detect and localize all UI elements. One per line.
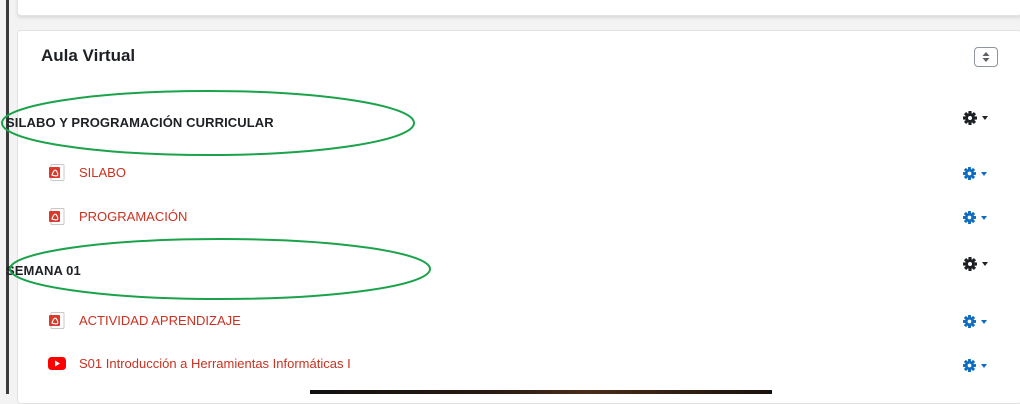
caret-down-icon: [982, 116, 988, 120]
pdf-icon: [47, 207, 67, 225]
caret-down-icon: [982, 262, 988, 266]
section-edit-menu-1[interactable]: [963, 111, 988, 125]
activity-edit-menu[interactable]: [963, 167, 987, 180]
pdf-icon: [47, 163, 67, 181]
gear-icon: [963, 111, 977, 125]
caret-down-icon: [981, 319, 987, 324]
block-title: Aula Virtual: [41, 46, 136, 65]
caret-down-icon: [981, 363, 987, 368]
gear-icon: [963, 211, 976, 224]
gear-icon: [963, 257, 977, 271]
activity-edit-menu[interactable]: [963, 359, 987, 372]
collapse-expand-icon: [982, 52, 990, 62]
aula-virtual-block: Aula Virtual SILABO Y PROGRAMACIÓN CURRI…: [6, 30, 1020, 404]
activity-link[interactable]: SILABO: [79, 165, 126, 180]
youtube-icon: [47, 354, 67, 372]
section-title-silabo[interactable]: SILABO Y PROGRAMACIÓN CURRICULAR: [6, 115, 274, 130]
video-embed-preview[interactable]: [310, 390, 772, 394]
collapse-button[interactable]: [974, 47, 998, 67]
activity-edit-menu[interactable]: [963, 315, 987, 328]
previous-block-card: [17, 0, 1020, 16]
activity-link[interactable]: S01 Introducción a Herramientas Informát…: [79, 356, 351, 371]
gear-icon: [963, 167, 976, 180]
activity-video-s01[interactable]: S01 Introducción a Herramientas Informát…: [47, 353, 351, 373]
pdf-icon: [47, 311, 67, 329]
activity-programacion[interactable]: PROGRAMACIÓN: [47, 206, 187, 226]
caret-down-icon: [981, 171, 987, 176]
section-title-semana-01[interactable]: SEMANA 01: [6, 263, 81, 278]
activity-link[interactable]: ACTIVIDAD APRENDIZAJE: [79, 313, 241, 328]
gear-icon: [963, 359, 976, 372]
left-border: [6, 0, 9, 394]
section-edit-menu-2[interactable]: [963, 257, 988, 271]
activity-link[interactable]: PROGRAMACIÓN: [79, 209, 187, 224]
activity-silabo[interactable]: SILABO: [47, 162, 126, 182]
activity-actividad-aprendizaje[interactable]: ACTIVIDAD APRENDIZAJE: [47, 310, 241, 330]
activity-edit-menu[interactable]: [963, 211, 987, 224]
caret-down-icon: [981, 215, 987, 220]
gear-icon: [963, 315, 976, 328]
